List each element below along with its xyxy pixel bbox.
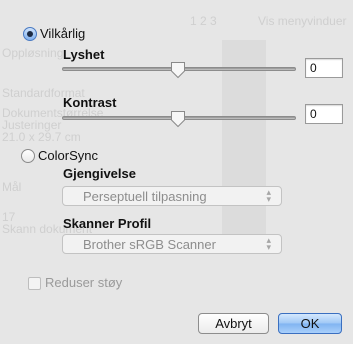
- vilkarlig-label: Vilkårlig: [40, 26, 86, 41]
- contrast-label: Kontrast: [63, 95, 117, 110]
- rendering-select-value: Perseptuell tilpasning: [83, 189, 207, 204]
- ghost-text: Vis menyvinduer: [258, 14, 347, 28]
- ghost-text: 1 2 3: [190, 14, 217, 28]
- brightness-slider-thumb[interactable]: [170, 61, 186, 79]
- ok-button[interactable]: OK: [278, 313, 342, 334]
- updown-arrows-icon: ▴ ▾: [266, 235, 271, 252]
- scanner-profile-select[interactable]: Brother sRGB Scanner ▴ ▾: [62, 234, 282, 254]
- brightness-label: Lyshet: [63, 47, 105, 62]
- reduce-noise-checkbox[interactable]: [28, 277, 41, 290]
- ghost-text: Mål: [2, 180, 22, 194]
- colorsync-radio[interactable]: [21, 149, 35, 163]
- contrast-slider-thumb[interactable]: [170, 110, 186, 128]
- ghost-text: Oppløsning: [2, 46, 64, 60]
- contrast-value-input[interactable]: 0: [305, 104, 343, 124]
- updown-arrows-icon: ▴ ▾: [266, 187, 271, 204]
- scanner-profile-select-value: Brother sRGB Scanner: [83, 237, 216, 252]
- ghost-text: 21.0 x 29.7 cm: [2, 130, 81, 144]
- colorsync-label: ColorSync: [38, 148, 98, 163]
- brightness-value-input[interactable]: 0: [305, 58, 343, 78]
- reduce-noise-label: Reduser støy: [45, 275, 123, 290]
- scanner-profile-label: Skanner Profil: [63, 216, 152, 231]
- cancel-button[interactable]: Avbryt: [198, 313, 269, 334]
- rendering-label: Gjengivelse: [63, 166, 136, 181]
- rendering-select[interactable]: Perseptuell tilpasning ▴ ▾: [62, 186, 282, 206]
- vilkarlig-radio[interactable]: [23, 27, 37, 41]
- ghost-text: 17: [2, 210, 16, 224]
- ghost-text: Justeringer: [2, 118, 62, 132]
